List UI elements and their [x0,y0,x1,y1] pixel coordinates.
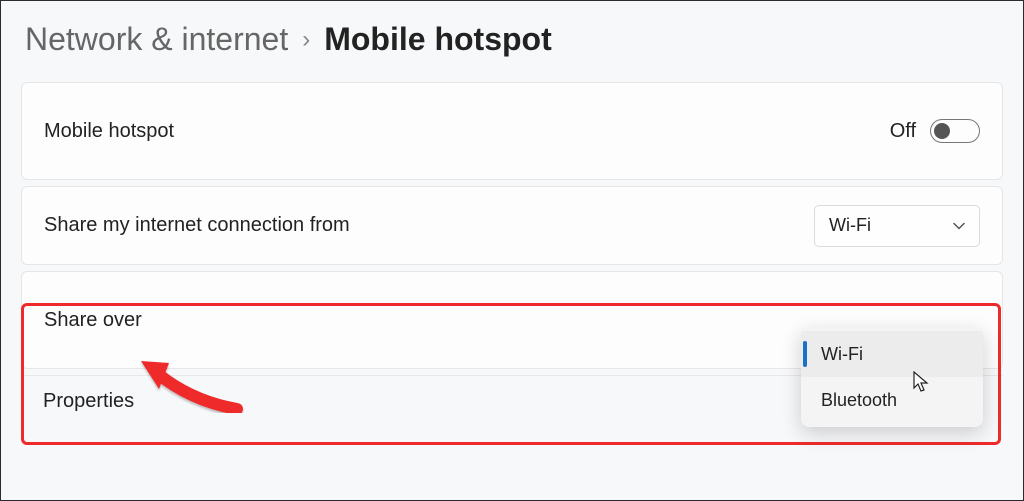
share-over-dropdown: Wi-Fi Bluetooth [801,327,983,427]
breadcrumb-parent[interactable]: Network & internet [25,21,288,58]
share-from-label: Share my internet connection from [44,214,350,237]
breadcrumb: Network & internet › Mobile hotspot [1,1,1023,82]
chevron-right-icon: › [302,26,310,54]
share-from-row: Share my internet connection from Wi-Fi [21,186,1003,265]
chevron-down-icon [953,220,965,232]
dropdown-option-bluetooth[interactable]: Bluetooth [801,377,983,423]
breadcrumb-current: Mobile hotspot [324,21,552,58]
share-over-label: Share over [44,309,142,332]
hotspot-row: Mobile hotspot Off [21,82,1003,180]
dropdown-option-label: Wi-Fi [821,344,863,365]
hotspot-label: Mobile hotspot [44,120,174,143]
dropdown-option-wifi[interactable]: Wi-Fi [801,331,983,377]
properties-label: Properties [43,390,134,413]
toggle-thumb [934,123,950,139]
share-from-select[interactable]: Wi-Fi [814,205,980,247]
hotspot-toggle[interactable] [930,119,980,143]
hotspot-state-text: Off [890,120,916,143]
share-from-value: Wi-Fi [829,215,871,236]
dropdown-option-label: Bluetooth [821,390,897,411]
